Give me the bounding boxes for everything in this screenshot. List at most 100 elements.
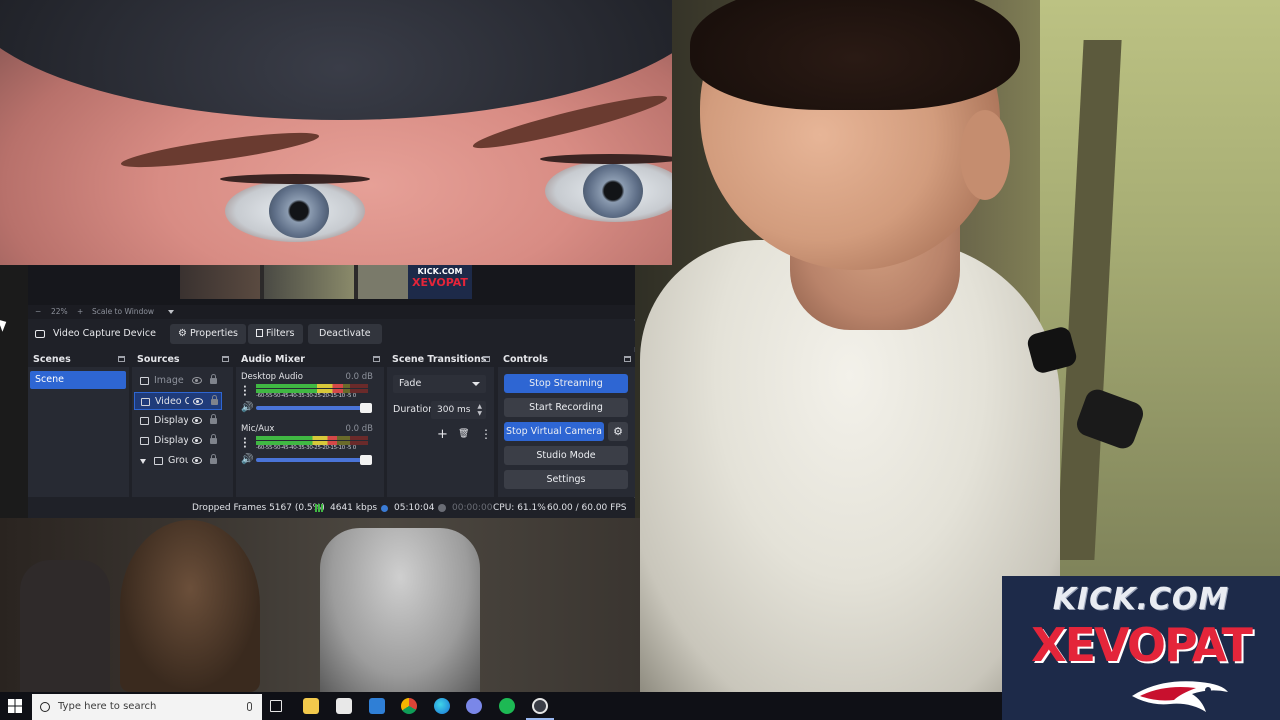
virtual-camera-settings-button[interactable]: ⚙: [608, 422, 628, 441]
transition-select[interactable]: Fade: [393, 375, 486, 393]
add-transition-icon[interactable]: +: [437, 427, 448, 442]
slider-knob[interactable]: [360, 455, 372, 465]
undock-icon[interactable]: [483, 356, 490, 362]
preview-scene-mid: [264, 265, 354, 299]
edge-icon[interactable]: [434, 698, 450, 714]
gear-icon: ⚙: [178, 328, 187, 339]
scale-mode-select[interactable]: Scale to Window: [92, 305, 154, 319]
right-eyelid-shadow: [540, 154, 672, 164]
patriots-logo: [1132, 681, 1228, 712]
volume-slider[interactable]: [256, 403, 372, 413]
eye-icon[interactable]: [192, 417, 202, 424]
stream-time: 05:10:04: [394, 503, 435, 513]
eye-icon[interactable]: [193, 398, 203, 405]
slider-knob[interactable]: [360, 403, 372, 413]
transitions-title-label: Scene Transitions: [392, 354, 487, 365]
spotify-icon[interactable]: [499, 698, 515, 714]
remove-transition-icon[interactable]: 🗑: [458, 429, 469, 439]
taskbar-search-box[interactable]: Type here to search: [32, 694, 262, 720]
beanie-hat: [0, 0, 672, 120]
scene-item[interactable]: Scene: [30, 371, 126, 389]
scenes-dock-title: Scenes: [28, 352, 129, 367]
lock-icon[interactable]: [210, 434, 217, 444]
status-bar: Dropped Frames 5167 (0.5%) 4641 kbps 05:…: [28, 498, 635, 518]
streamer-hair: [690, 0, 1020, 110]
undock-icon[interactable]: [624, 356, 631, 362]
preview-kick-logo: KICK.COM XEVOPAT: [408, 265, 472, 299]
properties-button[interactable]: ⚙ Properties: [170, 324, 247, 344]
kick-url-text: KICK.COM: [1052, 582, 1230, 617]
speaker-icon[interactable]: 🔊: [241, 403, 253, 413]
preview-logo-bottom: XEVOPAT: [412, 276, 468, 289]
zoom-out-button[interactable]: −: [35, 305, 41, 319]
microphone-icon[interactable]: [247, 702, 252, 711]
filter-icon: [256, 329, 263, 337]
store-icon[interactable]: [336, 698, 352, 714]
volume-slider[interactable]: [256, 455, 372, 465]
lock-icon[interactable]: [210, 414, 217, 424]
right-iris: [583, 164, 643, 218]
deactivate-button[interactable]: Deactivate: [308, 324, 382, 344]
folder-icon: [154, 457, 163, 465]
audio-track: Mic/Aux 0.0 dB · · · -60-55-50-45-40-35-30…: [236, 424, 381, 474]
undock-icon[interactable]: [118, 356, 125, 362]
crowd-person: [120, 520, 260, 692]
filters-button[interactable]: Filters: [248, 324, 303, 344]
source-group-item[interactable]: Grou: [134, 452, 222, 470]
lock-icon[interactable]: [210, 454, 217, 464]
mail-icon[interactable]: [369, 698, 385, 714]
chrome-icon[interactable]: [401, 698, 417, 714]
settings-button[interactable]: Settings: [504, 470, 628, 489]
task-view-icon[interactable]: [270, 700, 282, 712]
more-icon[interactable]: ⋮: [480, 427, 492, 441]
filters-label: Filters: [266, 328, 295, 339]
stop-streaming-button[interactable]: Stop Streaming: [504, 374, 628, 393]
lock-icon[interactable]: [211, 395, 218, 405]
file-explorer-icon[interactable]: [303, 698, 319, 714]
start-recording-button[interactable]: Start Recording: [504, 398, 628, 417]
stop-virtual-camera-button[interactable]: Stop Virtual Camera: [504, 422, 604, 441]
duration-value: 300 ms: [437, 405, 471, 415]
discord-icon[interactable]: [466, 698, 482, 714]
duration-input[interactable]: 300 ms ▲ ▼: [431, 401, 486, 419]
obs-icon[interactable]: [532, 698, 548, 714]
eye-hidden-icon[interactable]: [192, 377, 202, 384]
eye-icon[interactable]: [192, 437, 202, 444]
controls-dock: Controls Stop Streaming Start Recording …: [498, 352, 635, 497]
studio-mode-button[interactable]: Studio Mode: [504, 446, 628, 465]
right-eye: [545, 160, 672, 222]
track-menu-icon[interactable]: · · ·: [243, 383, 247, 401]
chevron-down-icon[interactable]: [168, 310, 174, 314]
sources-list: Image Video C Display Display Grou: [132, 367, 239, 511]
undock-icon[interactable]: [222, 356, 229, 362]
windows-start-icon[interactable]: [8, 699, 22, 713]
display-icon: [140, 437, 149, 445]
sources-dock: Sources Image Video C Display Display Gr…: [132, 352, 239, 511]
source-item[interactable]: Display: [134, 432, 222, 450]
crowd-person: [20, 560, 110, 692]
duration-label: Duration: [393, 404, 435, 415]
fps-counter: 60.00 / 60.00 FPS: [547, 503, 627, 513]
spinner-arrows-icon[interactable]: ▲ ▼: [477, 403, 482, 417]
zoom-in-button[interactable]: +: [77, 305, 83, 319]
chevron-down-icon[interactable]: [140, 459, 146, 464]
chevron-down-icon: [472, 382, 480, 386]
undock-icon[interactable]: [373, 356, 380, 362]
channel-name-text: XEVOPAT: [1031, 618, 1253, 672]
record-status-icon: [438, 504, 446, 512]
track-menu-icon[interactable]: · · ·: [243, 435, 247, 453]
preview-zoom-bar: − 22% + Scale to Window: [28, 305, 635, 319]
zoom-level: 22%: [51, 307, 68, 316]
speaker-icon[interactable]: 🔊: [241, 455, 253, 465]
source-item[interactable]: Display: [134, 412, 222, 430]
source-item[interactable]: Image: [134, 372, 222, 390]
track-db: 0.0 dB: [345, 424, 373, 434]
streamer-ear: [960, 110, 1010, 200]
eye-icon[interactable]: [192, 457, 202, 464]
transitions-body: Fade Duration 300 ms ▲ ▼ + 🗑 ⋮: [387, 367, 494, 497]
obs-window: KICK.COM XEVOPAT − 22% + Scale to Window…: [28, 265, 635, 518]
lock-icon[interactable]: [210, 374, 217, 384]
source-item[interactable]: Video C: [134, 392, 222, 410]
display-icon: [140, 417, 149, 425]
preview-canvas[interactable]: KICK.COM XEVOPAT: [28, 265, 635, 305]
